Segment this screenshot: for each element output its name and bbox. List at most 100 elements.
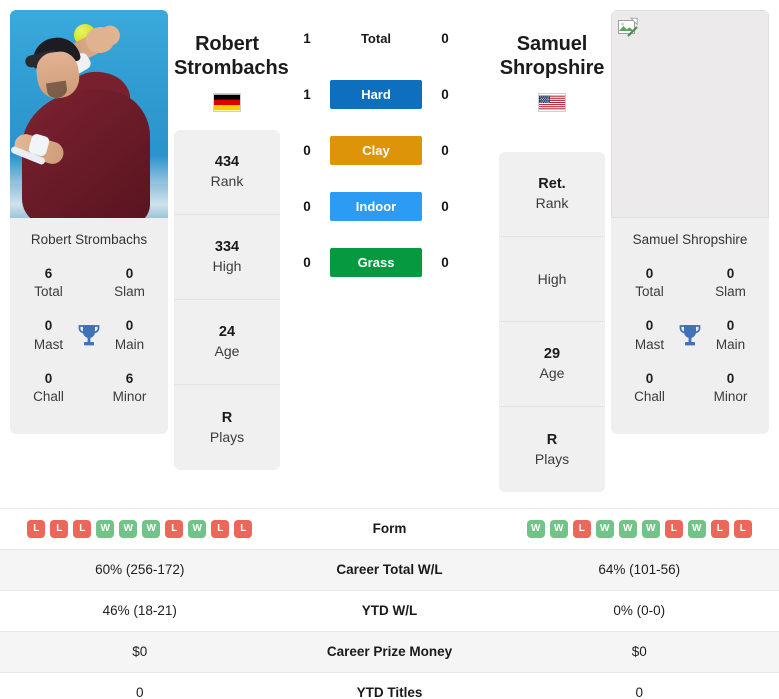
right-career-prize-money: $0 [631, 644, 647, 660]
left-flag-wrapper [174, 81, 280, 126]
row-label-ytd-wl: YTD W/L [361, 603, 418, 619]
right-titles-row-2: 0 Mast 0 Main [615, 311, 765, 363]
left-titles-row-2: 0 Mast 0 Main [14, 311, 164, 363]
label: Plays [209, 428, 245, 445]
table-row-ytd-titles: 0 YTD Titles 0 [0, 671, 779, 699]
right-player-photo-card: Samuel Shropshire 0 Total 0 Slam 0 Mast … [611, 10, 769, 435]
label: High [212, 258, 242, 275]
surface-hard-badge[interactable]: Hard [330, 79, 422, 109]
left-titles-block: 6 Total 0 Slam 0 Mast 0 Main 0 Chall 6 M… [10, 259, 168, 433]
form-badge-loss: L [710, 519, 729, 538]
trophy-icon [674, 323, 706, 349]
surface-grass-left-score: 0 [303, 254, 311, 270]
surface-hard-right-score: 0 [441, 86, 449, 102]
label: Chall [33, 389, 64, 405]
left-ytd-titles: 0 [135, 685, 144, 699]
right-player-panel: Samuel Shropshire 0 Total 0 Slam 0 Mast … [611, 10, 769, 435]
right-ytd-wl: 0% (0-0) [613, 603, 666, 619]
right-ytd-titles: 0 [635, 685, 643, 699]
value: 0 [44, 370, 53, 386]
left-titles-total: 6 Total [24, 265, 73, 301]
label: Minor [713, 389, 748, 405]
form-badge-win: W [119, 519, 138, 538]
right-player-name-caption: Samuel Shropshire [611, 218, 769, 259]
surface-clay-left-score: 0 [303, 142, 311, 158]
label: Slam [715, 284, 746, 300]
right-titles-slam: 0 Slam [706, 265, 755, 301]
value: 434 [214, 154, 240, 171]
table-row-career-prize-money: $0 Career Prize Money $0 [0, 630, 779, 672]
label: Age [214, 343, 240, 360]
form-badge-loss: L [27, 519, 46, 538]
label: Plays [534, 450, 570, 467]
label: Rank [210, 173, 244, 190]
form-badge-win: W [595, 519, 614, 538]
surface-clay-badge[interactable]: Clay [330, 135, 422, 165]
form-badge-win: W [618, 519, 637, 538]
right-player-title[interactable]: Samuel Shropshire [499, 10, 605, 81]
left-first-name: Robert [195, 33, 259, 55]
label: Total [34, 284, 63, 300]
value: 0 [645, 266, 654, 281]
left-stat-high: 334 High [174, 215, 280, 300]
right-first-name: Samuel [516, 33, 588, 55]
form-badge-win: W [96, 519, 115, 538]
value: 0 [726, 318, 735, 334]
value: 6 [125, 370, 134, 386]
right-flag-wrapper [499, 81, 605, 126]
right-player-photo [611, 10, 769, 218]
table-row-form: LLLWWWLWLL Form WWLWWWLWLL [0, 507, 779, 549]
right-stat-rank: Ret. Rank [499, 152, 605, 237]
left-player-info-column: Robert Strombachs 434 Rank 334 High 24 A… [168, 10, 289, 470]
form-badge-win: W [687, 519, 706, 538]
comparison-header: Robert Strombachs 6 Total 0 Slam 0 Mast … [0, 0, 779, 492]
label: Minor [112, 389, 147, 405]
surface-row-grass: 0 Grass 0 [290, 234, 489, 290]
right-stat-plays: R Plays [499, 407, 605, 492]
right-titles-block: 0 Total 0 Slam 0 Mast 0 Main 0 Chall 0 M… [611, 259, 769, 433]
surface-row-hard: 1 Hard 0 [290, 66, 489, 122]
table-row-career-total-wl: 60% (256-172) Career Total W/L 64% (101-… [0, 548, 779, 590]
value: 0 [726, 266, 735, 281]
row-label-ytd-titles: YTD Titles [356, 685, 423, 699]
label: Mast [634, 336, 665, 352]
right-form-cell: WWLWWWLWLL [500, 519, 779, 538]
left-titles-row-1: 6 Total 0 Slam [14, 259, 164, 311]
broken-image-placeholder [611, 10, 769, 218]
form-badge-loss: L [572, 519, 591, 538]
left-ytd-wl: 46% (18-21) [102, 603, 177, 619]
left-stat-age: 24 Age [174, 300, 280, 385]
left-player-title[interactable]: Robert Strombachs [174, 10, 289, 81]
surface-indoor-badge[interactable]: Indoor [330, 191, 422, 221]
value: 0 [125, 318, 134, 334]
right-titles-minor: 0 Minor [706, 370, 755, 406]
left-titles-main: 0 Main [105, 317, 154, 353]
table-row-ytd-wl: 46% (18-21) YTD W/L 0% (0-0) [0, 589, 779, 631]
label: High [537, 270, 567, 287]
usa-flag-icon [538, 92, 566, 112]
left-player-panel: Robert Strombachs 6 Total 0 Slam 0 Mast … [10, 10, 168, 435]
left-player-photo-card: Robert Strombachs 6 Total 0 Slam 0 Mast … [10, 10, 168, 435]
label: Chall [634, 389, 665, 405]
form-badge-loss: L [211, 519, 230, 538]
value: 29 [543, 346, 561, 363]
left-titles-chall: 0 Chall [24, 370, 73, 406]
form-badge-loss: L [664, 519, 683, 538]
left-player-photo [10, 10, 168, 218]
left-form-cell: LLLWWWLWLL [0, 519, 280, 538]
form-badge-loss: L [165, 519, 184, 538]
left-career-total-wl: 60% (256-172) [95, 562, 185, 578]
label: Age [539, 365, 565, 382]
surface-hard-left-score: 1 [303, 86, 311, 102]
surface-grass-badge[interactable]: Grass [330, 247, 422, 277]
left-form-badges: LLLWWWLWLL [0, 519, 280, 538]
form-badge-win: W [526, 519, 545, 538]
label: Total [635, 284, 664, 300]
right-player-info-column: Samuel Shropshire Ret. Rank High 29 Age … [493, 10, 611, 492]
left-player-name-caption: Robert Strombachs [10, 218, 168, 259]
right-titles-row-3: 0 Chall 0 Minor [615, 364, 765, 416]
form-badge-win: W [188, 519, 207, 538]
label: Main [715, 336, 746, 352]
surface-total-right-score: 0 [441, 30, 449, 46]
form-badge-win: W [641, 519, 660, 538]
